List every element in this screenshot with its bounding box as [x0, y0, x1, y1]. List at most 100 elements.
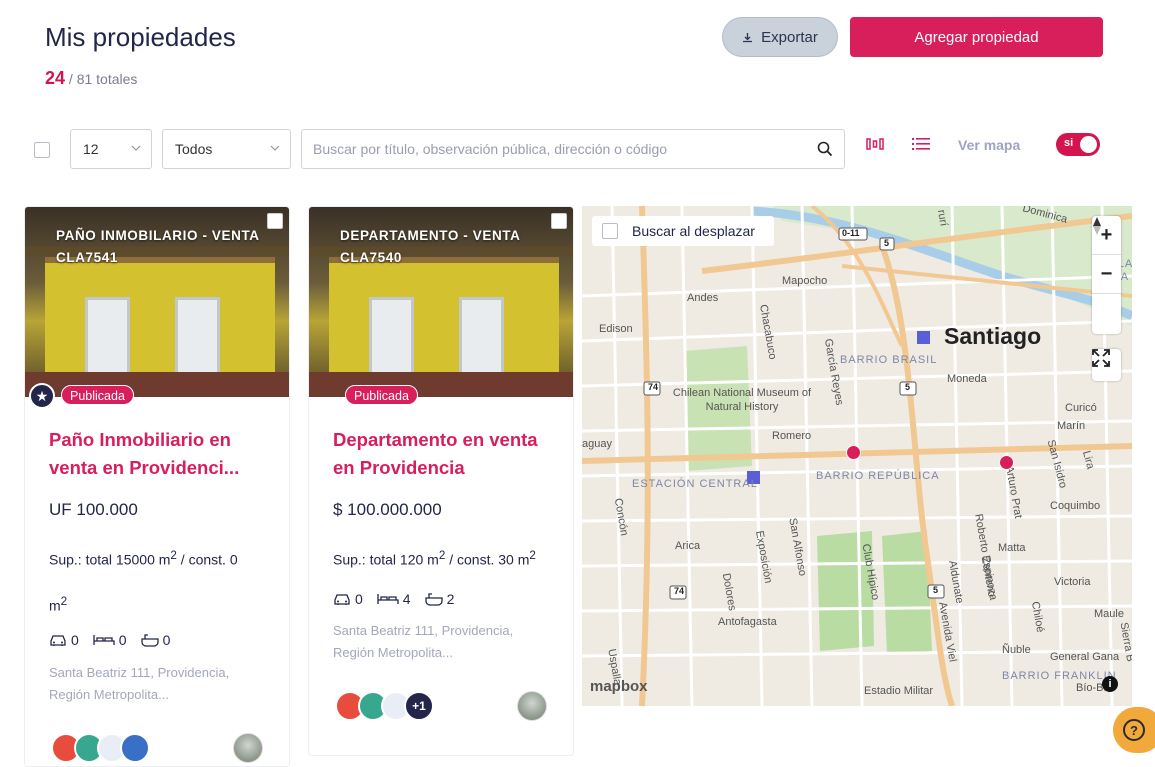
- per-page-value: 12: [83, 141, 99, 157]
- page-title: Mis propiedades: [45, 22, 236, 52]
- road-shield: 74: [648, 382, 659, 392]
- info-icon[interactable]: i: [1102, 676, 1118, 692]
- export-label: Exportar: [761, 28, 818, 46]
- map-label: BARRIO FRANKLIN: [1002, 670, 1117, 682]
- map-label: Estadio Militar: [864, 685, 934, 697]
- property-card[interactable]: PAÑO INMOBILARIO - VENTA CLA7541 ★ Publi…: [24, 206, 290, 767]
- list-view-icon[interactable]: [912, 137, 930, 151]
- property-type: PAÑO INMOBILARIO - VENTA: [56, 228, 260, 243]
- published-count: 24: [45, 68, 66, 88]
- bath-count: 2: [446, 591, 455, 607]
- search-input[interactable]: Buscar por título, observación pública, …: [301, 129, 845, 169]
- property-pin[interactable]: [999, 455, 1014, 470]
- zoom-controls: + −: [1092, 216, 1121, 334]
- property-price: UF 100.000: [49, 500, 138, 519]
- export-button[interactable]: Exportar: [722, 17, 838, 57]
- property-features: 0 4 2: [333, 591, 454, 607]
- bath-count: 0: [162, 632, 171, 648]
- property-price: $ 100.000.000: [333, 500, 442, 519]
- property-code: CLA7540: [340, 250, 402, 265]
- mapbox-logo: mapbox: [590, 678, 648, 695]
- map-label: BARRIO BRASIL: [840, 354, 938, 366]
- surface-unit: m: [49, 597, 61, 614]
- property-type: DEPARTAMENTO - VENTA: [340, 228, 521, 243]
- property-pin[interactable]: [846, 445, 861, 460]
- search-placeholder: Buscar por título, observación pública, …: [313, 141, 668, 157]
- city-label: Santiago: [944, 323, 1042, 349]
- per-page-select[interactable]: 12: [70, 129, 152, 169]
- car-icon: [334, 594, 350, 605]
- property-title[interactable]: Paño Inmobiliario en venta en Providenci…: [49, 426, 269, 482]
- avatar[interactable]: [517, 691, 547, 721]
- fullscreen-button[interactable]: [1092, 349, 1121, 381]
- zoom-out-button[interactable]: −: [1092, 255, 1121, 294]
- bath-icon: [424, 593, 443, 606]
- status-badge: Publicada: [61, 385, 134, 405]
- fullscreen-icon: [1092, 349, 1110, 367]
- property-title[interactable]: Departamento en venta en Providencia: [333, 426, 553, 482]
- surface-total: Sup.: total 15000 m: [49, 551, 171, 568]
- bed-icon: [93, 635, 115, 645]
- property-features: 0 0 0: [49, 632, 170, 648]
- toggle-knob: [1080, 136, 1097, 153]
- map-label: Maule: [1094, 608, 1124, 620]
- grid-view-icon[interactable]: [866, 136, 884, 152]
- map-label: General Gana: [1050, 651, 1120, 663]
- scroll-search-control[interactable]: Buscar al desplazar: [592, 216, 774, 246]
- chevron-down-icon: [131, 145, 141, 151]
- scroll-search-checkbox[interactable]: [602, 223, 618, 239]
- download-icon: [743, 32, 753, 42]
- select-all-checkbox[interactable]: [34, 142, 50, 158]
- total-count: / 81 totales: [68, 71, 138, 87]
- map-label: Coquimbo: [1050, 500, 1101, 512]
- portals-more[interactable]: +1: [404, 691, 434, 721]
- map-label: Marín: [1057, 420, 1086, 432]
- scroll-search-label: Buscar al desplazar: [632, 223, 755, 239]
- compass-icon: [1093, 217, 1101, 235]
- surface-total: Sup.: total 120 m: [333, 551, 439, 568]
- surface-exp: 2: [529, 549, 536, 562]
- map-label: Curicó: [1065, 402, 1097, 414]
- car-icon: [50, 635, 66, 646]
- map-label: aguay: [582, 438, 612, 450]
- property-tag: DEPARTAMENTO - VENTA CLA7540: [340, 225, 521, 269]
- portal-logo: [120, 733, 150, 763]
- map-label: Edison: [599, 323, 633, 335]
- map-label: Matta: [998, 542, 1026, 554]
- map-label: Chilean National Museum of Natural Histo…: [672, 387, 812, 413]
- road-shield: 74: [674, 586, 685, 596]
- star-icon[interactable]: ★: [29, 383, 55, 409]
- map[interactable]: Mapocho Andes Edison Chacabuco García Re…: [582, 206, 1132, 706]
- surface-exp: 2: [60, 594, 68, 608]
- avatar[interactable]: [233, 733, 263, 763]
- property-card[interactable]: DEPARTAMENTO - VENTA CLA7540 Publicada D…: [308, 206, 574, 756]
- add-property-button[interactable]: Agregar propiedad: [850, 17, 1103, 57]
- map-label: ESTACIÓN CENTRAL: [632, 478, 758, 490]
- property-surface: Sup.: total 15000 m2 / const. 0 m2: [49, 535, 279, 626]
- map-label: Mapocho: [782, 275, 828, 287]
- map-label: Moneda: [947, 373, 987, 385]
- card-checkbox[interactable]: [551, 213, 567, 229]
- map-label: Romero: [772, 430, 812, 442]
- map-label: Victoria: [1054, 576, 1091, 588]
- bed-count: 0: [118, 632, 127, 648]
- question-icon: ?: [1123, 719, 1145, 741]
- status-select[interactable]: Todos: [162, 129, 291, 169]
- surface-const: / const. 0: [176, 551, 238, 568]
- road-shield: 5: [905, 382, 911, 392]
- map-label: BARRIO REPÚBLICA: [816, 470, 940, 482]
- bath-icon: [140, 634, 159, 647]
- search-icon[interactable]: [816, 140, 834, 158]
- map-label: Ñuble: [1002, 644, 1031, 656]
- help-button[interactable]: ?: [1113, 707, 1155, 753]
- map-toggle[interactable]: si: [1056, 133, 1100, 156]
- card-checkbox[interactable]: [267, 213, 283, 229]
- map-label: Arica: [675, 540, 701, 552]
- map-label: Antofagasta: [718, 616, 777, 628]
- compass-button[interactable]: [1092, 217, 1121, 333]
- portal-list: +1: [335, 691, 434, 721]
- map-label: Andes: [687, 292, 719, 304]
- parking-count: 0: [71, 632, 79, 648]
- property-count: 24 / 81 totales: [45, 68, 137, 89]
- property-tag: PAÑO INMOBILARIO - VENTA CLA7541: [56, 225, 260, 269]
